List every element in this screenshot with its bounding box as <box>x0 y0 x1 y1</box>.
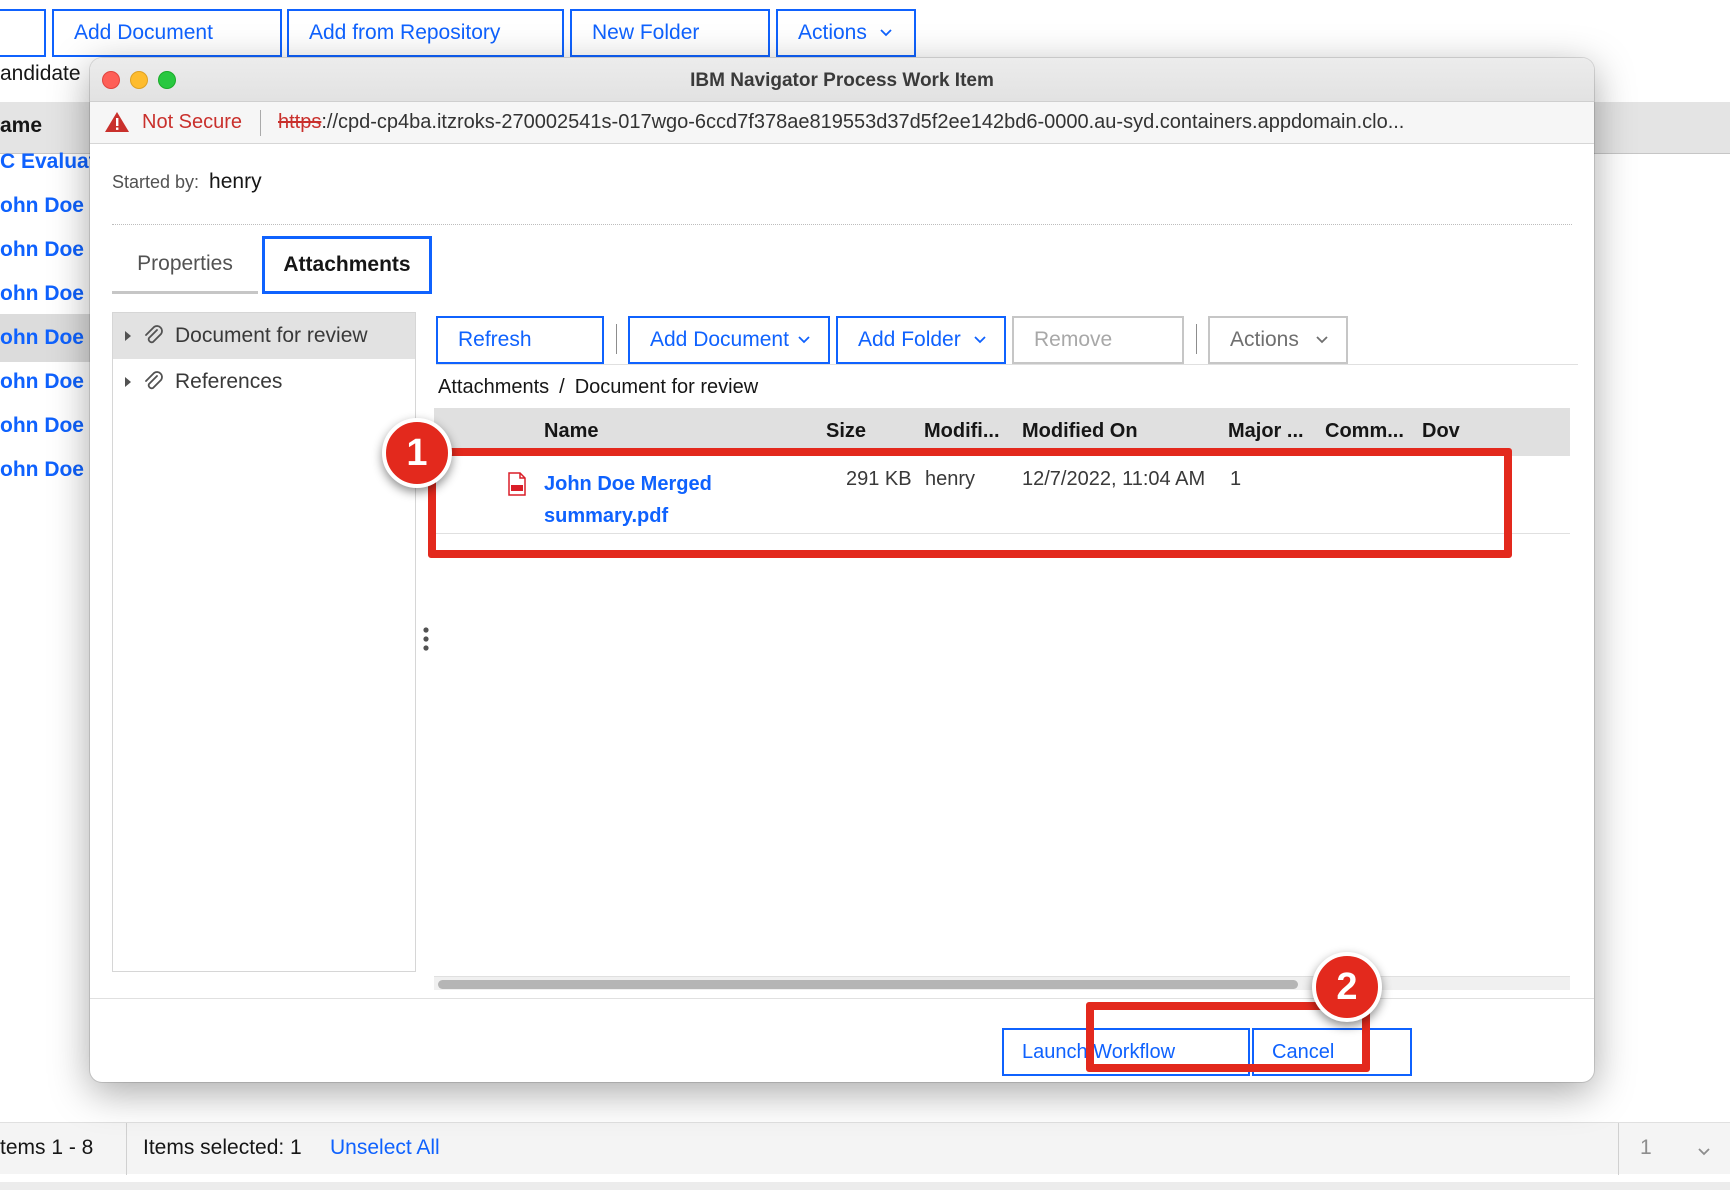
refresh-label: Refresh <box>458 328 532 351</box>
column-header-modified-on[interactable]: Modified On <box>1022 420 1138 443</box>
bg-column-header-label: ame <box>0 114 43 137</box>
bg-page-number[interactable]: 1 <box>1640 1136 1652 1160</box>
bg-list-item[interactable]: ohn Doe D <box>0 182 100 230</box>
horizontal-scrollbar[interactable] <box>434 976 1570 990</box>
tab-properties-label: Properties <box>137 251 233 275</box>
bg-list-item[interactable]: ohn Doe F <box>0 358 100 406</box>
started-by: Started by: henry <box>112 170 262 194</box>
header-divider <box>112 224 1572 225</box>
caret-right-icon[interactable] <box>123 376 133 388</box>
tree-item-label: Document for review <box>175 324 368 347</box>
column-header-comment[interactable]: Comm... <box>1325 420 1404 443</box>
bg-new-folder-label: New Folder <box>592 21 700 44</box>
actions-button[interactable]: Actions <box>1208 316 1348 364</box>
bg-bottom-strip <box>0 1182 1730 1190</box>
toolbar-separator <box>616 324 617 354</box>
attachment-tree: Document for review References <box>112 312 416 972</box>
chevron-down-icon <box>798 336 810 344</box>
window-title: IBM Navigator Process Work Item <box>690 70 994 91</box>
breadcrumb: Attachments / Document for review <box>438 376 758 399</box>
bg-list-item[interactable]: ohn Doe S <box>0 402 100 450</box>
add-folder-button[interactable]: Add Folder <box>836 316 1006 364</box>
started-by-value: henry <box>209 170 262 193</box>
bg-candidate-label: andidate <box>0 62 81 85</box>
bg-unselect-all-link[interactable]: Unselect All <box>330 1136 440 1160</box>
url-bar: Not Secure https://cpd-cp4ba.itzroks-270… <box>90 102 1594 144</box>
caret-right-icon[interactable] <box>123 330 133 342</box>
bg-list-item[interactable]: ohn Doe E <box>0 270 100 318</box>
tree-item-references[interactable]: References <box>113 359 415 405</box>
bg-footer-divider <box>1618 1123 1619 1175</box>
bg-add-document-label: Add Document <box>74 21 213 44</box>
bg-list-item[interactable]: ohn Doe D <box>0 226 100 274</box>
paperclip-icon <box>145 325 163 344</box>
bg-list-item[interactable]: ohn Doe V <box>0 446 100 494</box>
tree-item-label: References <box>175 370 283 393</box>
annotation-step-1-badge: 1 <box>382 418 452 488</box>
work-item-window: IBM Navigator Process Work Item Not Secu… <box>90 58 1594 1082</box>
bg-footer-divider <box>126 1123 127 1175</box>
actions-label: Actions <box>1230 328 1299 351</box>
toolbar-divider <box>436 364 1578 365</box>
background-left-button[interactable] <box>0 9 46 57</box>
column-header-size[interactable]: Size <box>826 420 866 443</box>
breadcrumb-current: Document for review <box>574 376 759 398</box>
bg-add-document-button[interactable]: Add Document <box>52 9 282 57</box>
column-header-major[interactable]: Major ... <box>1228 420 1304 443</box>
chevron-down-icon[interactable] <box>1696 1143 1712 1159</box>
annotation-step-2-badge: 2 <box>1312 952 1382 1022</box>
splitter-grip-icon[interactable] <box>422 626 430 652</box>
add-document-button[interactable]: Add Document <box>628 316 830 364</box>
add-folder-label: Add Folder <box>858 328 961 351</box>
bg-new-folder-button[interactable]: New Folder <box>570 9 770 57</box>
bg-status-bar: tems 1 - 8 Items selected: 1 Unselect Al… <box>0 1122 1730 1175</box>
remove-label: Remove <box>1034 328 1113 351</box>
refresh-button[interactable]: Refresh <box>436 316 604 364</box>
scrollbar-thumb[interactable] <box>438 980 1298 989</box>
column-header-modified-by[interactable]: Modifi... <box>924 420 1000 443</box>
tab-attachments-label: Attachments <box>283 253 411 276</box>
not-secure-label: Not Secure <box>142 111 243 133</box>
started-by-label: Started by: <box>112 172 200 192</box>
bg-add-from-repository-label: Add from Repository <box>309 21 501 44</box>
breadcrumb-root[interactable]: Attachments <box>438 376 549 398</box>
bg-list-item-selected[interactable]: ohn Doe N <box>0 314 100 362</box>
toolbar-separator <box>1196 324 1197 354</box>
bg-items-range: tems 1 - 8 <box>0 1136 94 1159</box>
chevron-down-icon <box>974 336 986 344</box>
add-document-label: Add Document <box>650 328 789 351</box>
warning-icon <box>105 112 129 132</box>
chevron-down-icon <box>1316 336 1328 344</box>
url-rest: ://cpd-cp4ba.itzroks-270002541s-017wgo-6… <box>321 111 1405 133</box>
tab-properties[interactable]: Properties <box>112 236 258 294</box>
url-separator <box>260 110 261 136</box>
column-header-name[interactable]: Name <box>544 420 598 443</box>
bg-actions-button[interactable]: Actions <box>776 9 916 57</box>
bg-items-selected: Items selected: 1 <box>143 1136 302 1159</box>
window-title-bar: IBM Navigator Process Work Item <box>90 58 1594 102</box>
bg-list-item[interactable]: C Evaluat <box>0 138 100 186</box>
tree-item-document-for-review[interactable]: Document for review <box>113 313 415 359</box>
annotation-highlight-file-row <box>428 448 1512 558</box>
column-header-download[interactable]: Dov <box>1422 420 1460 443</box>
url-scheme: https <box>278 111 322 133</box>
paperclip-icon <box>145 371 163 390</box>
tab-attachments[interactable]: Attachments <box>262 236 432 294</box>
chevron-down-icon <box>880 29 892 37</box>
url-text[interactable]: https://cpd-cp4ba.itzroks-270002541s-017… <box>278 111 1404 134</box>
remove-button[interactable]: Remove <box>1012 316 1184 364</box>
bg-add-from-repository-button[interactable]: Add from Repository <box>287 9 564 57</box>
bg-actions-label: Actions <box>798 21 867 44</box>
breadcrumb-separator: / <box>559 376 565 398</box>
